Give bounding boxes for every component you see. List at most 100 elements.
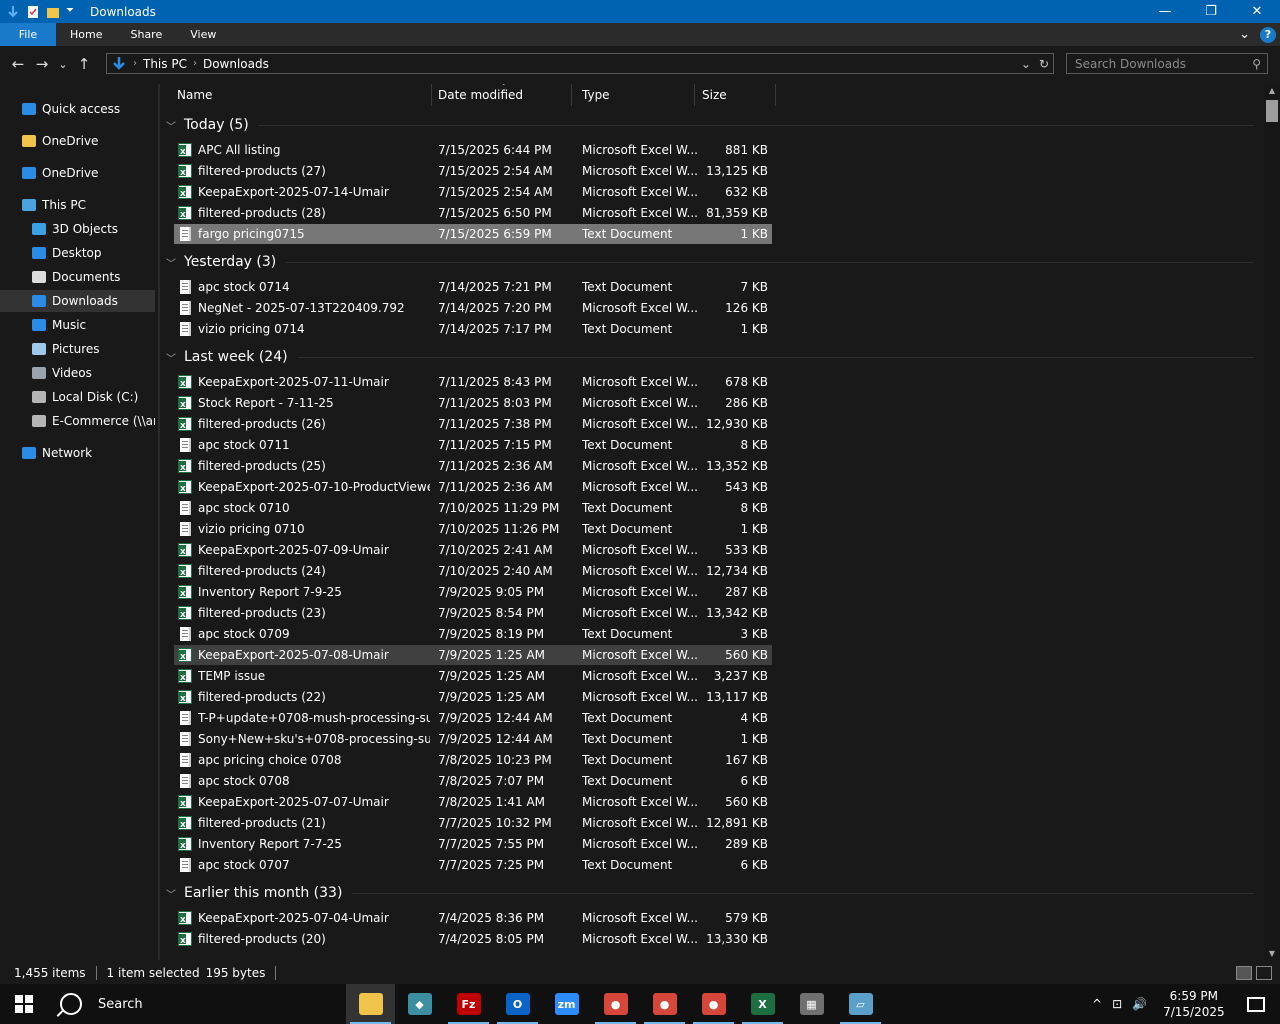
group-header[interactable]: ﹀ Earlier this month (33) [160,882,1254,904]
file-row[interactable]: TEMP issue 7/9/2025 1:25 AM Microsoft Exce… [174,666,772,686]
file-row[interactable]: T-P+update+0708-mush-processing-su... 7/9… [174,708,772,728]
scroll-up-icon[interactable]: ▲ [1264,86,1280,95]
file-row[interactable]: apc stock 0714 7/14/2025 7:21 PM Text Docu… [174,277,772,297]
sidebar-item-pictures[interactable]: Pictures [0,338,155,360]
taskbar-app[interactable]: O [493,984,542,1024]
file-row[interactable]: filtered-products (24) 7/10/2025 2:40 AM M… [174,561,772,581]
vertical-scrollbar[interactable]: ▲ ▼ [1264,84,1280,960]
file-row[interactable]: KeepaExport-2025-07-10-ProductViewer 7/11… [174,477,772,497]
sidebar-item-desktop[interactable]: Desktop [0,242,155,264]
group-header[interactable]: ﹀ Last week (24) [160,346,1254,368]
file-row[interactable]: vizio pricing 0714 7/14/2025 7:17 PM Text … [174,319,772,339]
taskbar-app[interactable]: ▦ [787,984,836,1024]
file-row[interactable]: KeepaExport-2025-07-07-Umair 7/8/2025 1:4… [174,792,772,812]
address-bar[interactable]: › This PC › Downloads ⌄ ↻ [106,53,1054,74]
sidebar-item-network[interactable]: Network [0,442,155,464]
notifications-icon[interactable] [1246,996,1265,1012]
file-row[interactable]: apc stock 0707 7/7/2025 7:25 PM Text Docum… [174,855,772,875]
file-row[interactable]: apc stock 0708 7/8/2025 7:07 PM Text Docum… [174,771,772,791]
file-row[interactable]: apc stock 0711 7/11/2025 7:15 PM Text Docu… [174,435,772,455]
forward-button[interactable]: → [30,55,54,73]
taskbar-app[interactable]: zm [542,984,591,1024]
file-row[interactable]: filtered-products (25) 7/11/2025 2:36 AM M… [174,456,772,476]
file-row[interactable]: APC All listing 7/15/2025 6:44 PM Microsof… [174,140,772,160]
column-header-size[interactable]: Size [692,84,776,106]
expand-ribbon-icon[interactable]: ⌄ [1239,27,1250,42]
collapse-chevron-icon[interactable]: ﹀ [166,118,184,133]
file-row[interactable]: filtered-products (23) 7/9/2025 8:54 PM Mi… [174,603,772,623]
refresh-icon[interactable]: ↻ [1039,57,1049,71]
file-row[interactable]: apc stock 0710 7/10/2025 11:29 PM Text Doc… [174,498,772,518]
file-row[interactable]: Inventory Report 7-9-25 7/9/2025 9:05 PM M… [174,582,772,602]
file-row[interactable]: Sony+New+sku's+0708-processing-sum... 7/9… [174,729,772,749]
sidebar-item-music[interactable]: Music [0,314,155,336]
breadcrumb-downloads[interactable]: Downloads [197,57,275,71]
group-header[interactable]: ﹀ Today (5) [160,114,1254,136]
volume-icon[interactable]: 🔊 [1132,997,1147,1011]
tab-file[interactable]: File [0,23,56,46]
sidebar-item-e-commerce-am[interactable]: E-Commerce (\\am [0,410,155,432]
sidebar-item-downloads[interactable]: Downloads [0,290,155,312]
taskbar-app[interactable]: X [738,984,787,1024]
address-dropdown-icon[interactable]: ⌄ [1021,57,1031,71]
details-view-button[interactable] [1236,966,1252,980]
taskbar-app[interactable]: ● [689,984,738,1024]
new-folder-icon[interactable] [46,5,60,19]
collapse-chevron-icon[interactable]: ﹀ [166,886,184,901]
sidebar-item-local-disk-c[interactable]: Local Disk (C:) [0,386,155,408]
properties-icon[interactable] [26,5,40,19]
file-row[interactable]: Inventory Report 7-7-25 7/7/2025 7:55 PM M… [174,834,772,854]
customize-toolbar-icon[interactable]: ⏷ [66,5,80,19]
network-icon[interactable]: ⊡ [1112,997,1122,1011]
recent-locations-button[interactable]: ⌄ [54,58,72,71]
sidebar-item-3d-objects[interactable]: 3D Objects [0,218,155,240]
collapse-chevron-icon[interactable]: ﹀ [166,350,184,365]
search-icon[interactable]: ⚲ [1252,57,1261,71]
taskbar-app[interactable]: ● [640,984,689,1024]
taskbar-app[interactable]: ● [591,984,640,1024]
file-row[interactable]: filtered-products (28) 7/15/2025 6:50 PM M… [174,203,772,223]
file-row[interactable]: Stock Report - 7-11-25 7/11/2025 8:03 PM M… [174,393,772,413]
file-row[interactable]: NegNet - 2025-07-13T220409.792 7/14/2025 … [174,298,772,318]
help-icon[interactable]: ? [1260,26,1276,43]
minimize-button[interactable]: — [1142,0,1188,23]
taskbar-app[interactable]: ◆ [395,984,444,1024]
file-row[interactable]: fargo pricing0715 7/15/2025 6:59 PM Text D… [174,224,772,244]
clock[interactable]: 6:59 PM 7/15/2025 [1163,988,1225,1020]
file-row[interactable]: KeepaExport-2025-07-14-Umair 7/15/2025 2:… [174,182,772,202]
file-row[interactable]: apc stock 0709 7/9/2025 8:19 PM Text Docum… [174,624,772,644]
maximize-button[interactable]: ❐ [1188,0,1234,23]
breadcrumb-this-pc[interactable]: This PC [137,57,193,71]
tab-share[interactable]: Share [116,23,176,46]
file-row[interactable]: KeepaExport-2025-07-11-Umair 7/11/2025 8:… [174,372,772,392]
taskbar-search[interactable]: Search [48,984,168,1024]
file-row[interactable]: KeepaExport-2025-07-08-Umair 7/9/2025 1:2… [174,645,772,665]
tab-view[interactable]: View [176,23,230,46]
file-row[interactable]: filtered-products (21) 7/7/2025 10:32 PM M… [174,813,772,833]
tab-home[interactable]: Home [56,23,116,46]
close-button[interactable]: ✕ [1234,0,1280,23]
show-hidden-icons-icon[interactable]: ^ [1092,997,1102,1011]
file-row[interactable]: vizio pricing 0710 7/10/2025 11:26 PM Text… [174,519,772,539]
sidebar-item-onedrive[interactable]: OneDrive [0,130,155,152]
file-row[interactable]: KeepaExport-2025-07-04-Umair 7/4/2025 8:3… [174,908,772,928]
sidebar-item-quick-access[interactable]: Quick access [0,98,155,120]
search-input[interactable] [1067,56,1237,71]
large-icons-view-button[interactable] [1256,966,1272,980]
file-row[interactable]: filtered-products (22) 7/9/2025 1:25 AM Mi… [174,687,772,707]
file-row[interactable]: KeepaExport-2025-07-09-Umair 7/10/2025 2:… [174,540,772,560]
sidebar-item-videos[interactable]: Videos [0,362,155,384]
down-arrow-icon[interactable] [6,5,20,19]
taskbar-app[interactable] [346,984,395,1024]
group-header[interactable]: ﹀ Yesterday (3) [160,251,1254,273]
start-button[interactable] [0,984,48,1024]
sidebar-item-onedrive[interactable]: OneDrive [0,162,155,184]
collapse-chevron-icon[interactable]: ﹀ [166,255,184,270]
file-row[interactable]: filtered-products (26) 7/11/2025 7:38 PM M… [174,414,772,434]
taskbar-app[interactable]: Fz [444,984,493,1024]
file-row[interactable]: apc pricing choice 0708 7/8/2025 10:23 PM… [174,750,772,770]
sidebar-item-documents[interactable]: Documents [0,266,155,288]
sidebar-item-this-pc[interactable]: This PC [0,194,155,216]
scrollbar-thumb[interactable] [1266,100,1278,122]
scroll-down-icon[interactable]: ▼ [1264,949,1280,958]
